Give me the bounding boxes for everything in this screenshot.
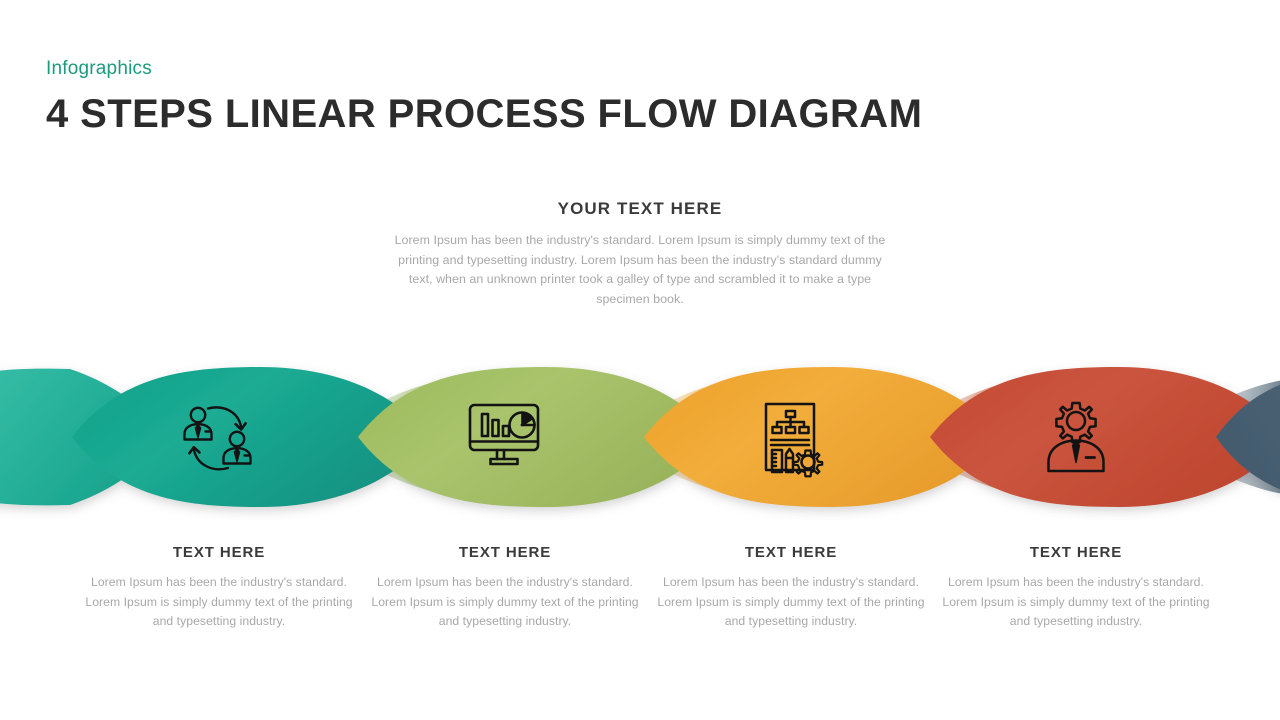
step-2-icon-wrapper[interactable]: [461, 398, 547, 478]
slide-header: Infographics 4 STEPS LINEAR PROCESS FLOW…: [46, 56, 1146, 137]
eyebrow-label: Infographics: [46, 58, 152, 79]
blueprint-tools-icon: [764, 402, 824, 478]
intro-block: YOUR TEXT HERE Lorem Ipsum has been the …: [390, 197, 890, 309]
step-4-caption: TEXT HERE Lorem Ipsum has been the indus…: [933, 542, 1219, 632]
step-2-body: Lorem Ipsum has been the industry's stan…: [371, 575, 639, 628]
step-1-title: TEXT HERE: [172, 544, 266, 561]
step-3-caption: TEXT HERE Lorem Ipsum has been the indus…: [648, 542, 934, 632]
intro-title: YOUR TEXT HERE: [557, 199, 723, 218]
slide-canvas: Infographics 4 STEPS LINEAR PROCESS FLOW…: [0, 0, 1280, 720]
step-4-icon-wrapper[interactable]: [1033, 398, 1119, 478]
step-1-caption: TEXT HERE Lorem Ipsum has been the indus…: [76, 542, 362, 632]
step-3-icon-wrapper[interactable]: [750, 398, 836, 478]
step-3-body: Lorem Ipsum has been the industry's stan…: [657, 575, 925, 628]
step-4-body: Lorem Ipsum has been the industry's stan…: [942, 575, 1210, 628]
step-1-icon-wrapper[interactable]: [176, 398, 262, 478]
step-2-caption: TEXT HERE Lorem Ipsum has been the indus…: [362, 542, 648, 632]
monitor-analytics-icon: [468, 403, 540, 466]
page-title: 4 STEPS LINEAR PROCESS FLOW DIAGRAM: [46, 92, 923, 136]
people-exchange-icon: [183, 406, 252, 471]
step-3-title: TEXT HERE: [744, 544, 838, 561]
step-2-title: TEXT HERE: [458, 544, 552, 561]
step-4-title: TEXT HERE: [1029, 544, 1123, 561]
intro-body-text: Lorem Ipsum has been the industry's stan…: [394, 233, 886, 306]
gear-head-person-icon: [1047, 401, 1105, 473]
step-1-body: Lorem Ipsum has been the industry's stan…: [85, 575, 353, 628]
